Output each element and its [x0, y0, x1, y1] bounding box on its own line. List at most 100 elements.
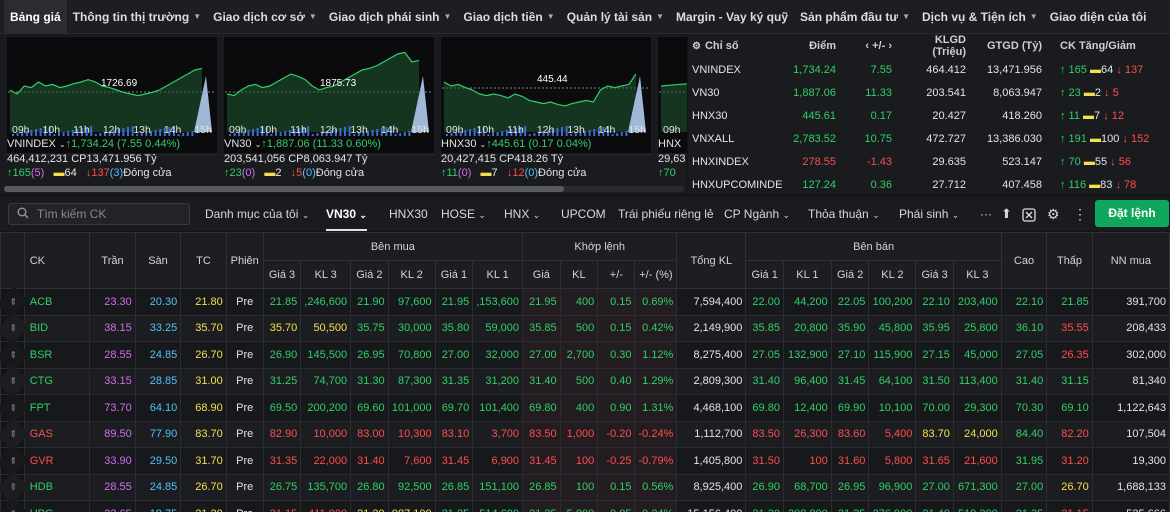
index-name: HNXINDEX	[692, 155, 749, 168]
stock-row-ctg[interactable]: ✎ CTG 33.15 28.85 31.00 Pre 31.25 74,700 31.30 87…	[0, 363, 1170, 400]
nav-item-0[interactable]: Bảng giá	[4, 0, 67, 34]
index-row-vnxall[interactable]: VNXALL 2,783.52 10.75 472.727 13,386.030 ↑ 19…	[688, 127, 1170, 150]
stock-symbol[interactable]: CTG	[23, 367, 91, 395]
tab-danh-mục-của-tôi[interactable]: Danh mục của tôi ⌄	[205, 197, 309, 231]
sell-price-3: 35.95	[915, 314, 954, 342]
index-row-hnx30[interactable]: HNX30 445.61 0.17 20.427 418.260 ↑ 11 ▬7 ↓ 12	[688, 104, 1170, 127]
index-name: VNXALL	[692, 132, 735, 145]
sell-price-2: 69.90	[830, 394, 870, 422]
nav-item-7[interactable]: Sản phẩm đầu tư ▼	[794, 0, 916, 34]
market-status: Đóng cửa	[538, 167, 587, 179]
stock-symbol[interactable]: BSR	[23, 341, 91, 369]
index-row-vnindex[interactable]: VNINDEX 1,734.24 7.55 464.412 13,471.956 ↑ 16…	[688, 58, 1170, 81]
stock-row-gas[interactable]: ✎ GAS 89.50 77.90 83.70 Pre 82.90 10,000 83.00 10…	[0, 416, 1170, 453]
col-sell-price-1: Giá 1	[745, 260, 784, 289]
match-change: 0.05	[597, 500, 636, 512]
nav-item-2[interactable]: Giao dịch cơ sở ▼	[207, 0, 323, 34]
nav-item-9[interactable]: Giao diện của tôi	[1044, 0, 1153, 34]
match-price: 35.85	[522, 314, 561, 342]
index-row-hnxupcominde[interactable]: HNXUPCOMINDE 127.24 0.36 27.712 407.458 ↑ 116…	[688, 173, 1170, 196]
sell-price-3: 27.15	[915, 341, 954, 369]
tab-thỏa-thuận[interactable]: Thỏa thuận ⌄	[808, 197, 880, 231]
arrow-up-icon[interactable]: ⬆	[1001, 197, 1012, 231]
time-tick: 12h	[536, 124, 555, 136]
tab-hnx30[interactable]: HNX30	[389, 197, 428, 231]
low-price: 82.20	[1046, 420, 1093, 448]
stock-row-bid[interactable]: ✎ BID 38.15 33.25 35.70 Pre 35.70 50,500 35.75 30…	[0, 310, 1170, 347]
scrollbar-thumb[interactable]	[4, 186, 564, 192]
tab-phái-sinh[interactable]: Phái sinh ⌄	[899, 197, 959, 231]
adv-dec-summary: ↑23(0) ▬2 ↓5(0)	[224, 167, 316, 179]
floor-price: 33.25	[134, 314, 182, 342]
stock-row-hpg[interactable]: ✎HPG22.6519.7521.20Pre21.15411,90021.209…	[0, 495, 1170, 512]
buy-price-1: 21.95	[434, 288, 474, 316]
col-reference[interactable]: TC	[180, 232, 227, 289]
tab-label: Phái sinh	[899, 207, 949, 221]
tab-hnx[interactable]: HNX ⌄	[504, 197, 540, 231]
match-vol: 400	[559, 394, 599, 422]
foreign-buy: 391,700	[1091, 288, 1170, 316]
foreign-buy: 1,122,643	[1091, 394, 1170, 422]
stock-symbol[interactable]: GAS	[23, 420, 91, 448]
col-ceiling[interactable]: Trần	[89, 232, 136, 289]
nav-item-1[interactable]: Thông tin thị trường ▼	[67, 0, 207, 34]
tab-hose[interactable]: HOSE ⌄	[441, 197, 486, 231]
match-price: 69.80	[522, 394, 561, 422]
col-floor[interactable]: Sàn	[134, 232, 182, 289]
sell-vol-2: 45,800	[868, 314, 917, 342]
col-low[interactable]: Thấp	[1046, 232, 1093, 289]
stock-symbol[interactable]: HDB	[23, 473, 91, 501]
nav-item-4[interactable]: Giao dịch tiền ▼	[457, 0, 560, 34]
chevron-down-icon[interactable]: ⌄	[59, 140, 66, 149]
settings-gear-icon[interactable]: ⚙	[1047, 197, 1060, 231]
col-high[interactable]: Cao	[1000, 232, 1048, 289]
sell-vol-1: 44,200	[782, 288, 832, 316]
kebab-menu-icon[interactable]: ⋮	[1073, 197, 1087, 231]
charts-scrollbar[interactable]	[4, 186, 684, 192]
stock-row-hdb[interactable]: ✎ HDB 28.55 24.85 26.70 Pre 26.75 135,700 26.80 9…	[0, 469, 1170, 506]
stock-row-fpt[interactable]: ✎ FPT 73.70 64.10 68.90 Pre 69.50 200,200 69.60 1…	[0, 389, 1170, 426]
stock-symbol[interactable]: FPT	[23, 394, 91, 422]
match-pct: 0.42%	[634, 314, 678, 342]
index-row-vn30[interactable]: VN30 1,887.06 11.33 203.541 8,063.947 ↑ 23 ▬2…	[688, 81, 1170, 104]
tab-upcom[interactable]: UPCOM	[561, 197, 606, 231]
ceiling-price: 23.30	[89, 288, 136, 316]
export-excel-icon[interactable]	[1022, 197, 1036, 231]
index-row-hnxindex[interactable]: HNXINDEX 278.55 -1.43 29.635 523.147 ↑ 70 ▬55…	[688, 150, 1170, 173]
tab-trái-phiếu-riêng-lẻ[interactable]: Trái phiếu riêng lẻ	[618, 197, 714, 231]
nav-item-3[interactable]: Giao dịch phái sinh ▼	[323, 0, 458, 34]
nav-item-5[interactable]: Quản lý tài sản ▼	[561, 0, 670, 34]
stock-row-gvr[interactable]: ✎ GVR 33.90 29.50 31.70 Pre 31.35 22,000 31.40 7,…	[0, 442, 1170, 479]
stock-symbol[interactable]: ACB	[23, 288, 91, 316]
sell-vol-3: 671,300	[952, 473, 1002, 501]
search-input[interactable]	[37, 207, 177, 221]
buy-vol-2: 70,800	[387, 341, 436, 369]
place-order-button[interactable]: Đặt lệnh	[1095, 200, 1169, 227]
sell-price-3: 27.00	[915, 473, 954, 501]
floor-price: 19.75	[134, 500, 182, 512]
stock-symbol[interactable]: GVR	[23, 447, 91, 475]
col-ck[interactable]: CK	[23, 232, 91, 289]
tab-label: Thỏa thuận	[808, 207, 869, 221]
col-foreign-buy[interactable]: NN mua	[1091, 232, 1170, 289]
ceiling-price: 89.50	[89, 420, 136, 448]
chevron-right-icon[interactable]: ›	[885, 40, 892, 52]
tab-vn30[interactable]: VN30 ⌄	[326, 197, 367, 231]
buy-vol-1: 3,700	[472, 420, 524, 448]
col-session[interactable]: Phiên	[225, 232, 264, 289]
stock-symbol[interactable]: HPG	[23, 500, 91, 512]
sell-vol-2: 5,400	[868, 420, 917, 448]
stock-row-acb[interactable]: ✎ ACB 23.30 20.30 21.80 Pre 21.85,246,600 21.90…	[0, 283, 1170, 320]
search-box[interactable]	[8, 203, 190, 225]
time-tick: 09h	[12, 124, 30, 136]
nav-item-6[interactable]: Margin - Vay ký quỹ	[670, 0, 794, 34]
nav-item-8[interactable]: Dịch vụ & Tiện ích ▼	[916, 0, 1044, 34]
col-total-volume[interactable]: Tổng KL	[676, 232, 747, 289]
more-tabs-icon[interactable]: ···	[980, 197, 992, 231]
stock-symbol[interactable]: BID	[23, 314, 91, 342]
gear-icon[interactable]: ⚙	[692, 41, 701, 52]
stock-row-bsr[interactable]: ✎ BSR 28.55 24.85 26.70 Pre 26.90 145,500 26.95 7…	[0, 336, 1170, 373]
buy-vol-3: 135,700	[300, 473, 352, 501]
sell-vol-1: 308,800	[782, 500, 832, 512]
tab-cp-ngành[interactable]: CP Ngành ⌄	[724, 197, 790, 231]
